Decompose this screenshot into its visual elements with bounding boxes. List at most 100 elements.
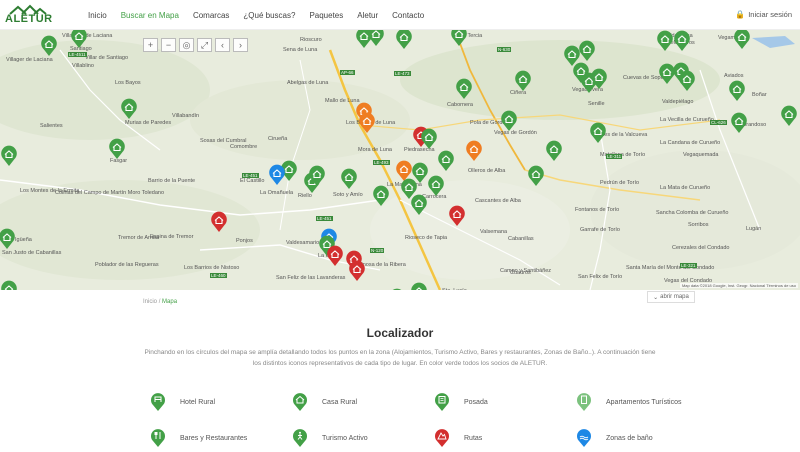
- map-place-label: Villablino: [72, 63, 94, 69]
- map-marker-icon[interactable]: [514, 70, 532, 92]
- map-marker-icon[interactable]: [0, 145, 18, 167]
- locate-button[interactable]: ◎: [179, 38, 194, 52]
- map-marker-icon[interactable]: [527, 165, 545, 187]
- fullscreen-button[interactable]: ⤢: [197, 38, 212, 52]
- login-link[interactable]: 🔒 Iniciar sesión: [735, 10, 792, 19]
- map-marker-icon[interactable]: [465, 140, 483, 162]
- map-place-label: San Justo de Cabanillas: [2, 250, 62, 256]
- zonas-bano-icon: [577, 429, 591, 447]
- map-marker-icon[interactable]: [656, 30, 674, 52]
- map-place-label: Cabornera: [447, 102, 473, 108]
- map-place-label: Fontanos de Torío: [575, 207, 620, 213]
- map-place-label: Sena de Luna: [283, 47, 318, 53]
- map-marker-icon[interactable]: [500, 110, 518, 132]
- map-place-label: Senille: [588, 101, 605, 107]
- map-marker-icon[interactable]: [268, 164, 286, 186]
- map-marker-icon[interactable]: [388, 288, 406, 290]
- map-place-label: Pedrún de Torío: [600, 180, 640, 186]
- map-marker-icon[interactable]: [545, 140, 563, 162]
- map-place-label: Los Bayos: [115, 80, 141, 86]
- open-map-label: abrir mapa: [660, 294, 689, 300]
- map-marker-icon[interactable]: [590, 68, 608, 90]
- pan-right-button[interactable]: ›: [233, 38, 248, 52]
- map-marker-icon[interactable]: [367, 30, 385, 47]
- pan-left-button[interactable]: ‹: [215, 38, 230, 52]
- logo-text[interactable]: ALETUR: [5, 13, 53, 25]
- map-view[interactable]: + − ◎ ⤢ ‹ › Villaseca de Laciana Villager…: [0, 30, 800, 290]
- map-marker-icon[interactable]: [410, 194, 428, 216]
- road-label: LE-493: [373, 160, 390, 165]
- nav-que-buscas[interactable]: ¿Qué buscas?: [243, 11, 295, 20]
- road-label: LE-321: [680, 263, 697, 268]
- map-place-label: Valdepiélago: [662, 99, 694, 105]
- map-marker-icon[interactable]: [358, 112, 376, 134]
- map-place-label: Boñar: [752, 92, 767, 98]
- nav-buscar-en-mapa[interactable]: Buscar en Mapa: [121, 11, 179, 20]
- map-place-label: Los Barrios de Nistoso: [184, 265, 240, 271]
- map-marker-icon[interactable]: [0, 228, 16, 250]
- nav-contacto[interactable]: Contacto: [392, 11, 424, 20]
- map-place-label: La Vecilla de Curueño: [660, 117, 714, 123]
- breadcrumb-separator: /: [158, 299, 161, 305]
- map-marker-icon[interactable]: [455, 78, 473, 100]
- map-place-label: Sancha Colomba de Curueño: [656, 210, 729, 216]
- legend-zonas-bano: Zonas de baño: [576, 428, 653, 448]
- map-attribution[interactable]: Map data ©2018 Google, Inst. Geogr. Naci…: [679, 283, 798, 288]
- legend-label: Zonas de baño: [606, 434, 653, 442]
- map-marker-icon[interactable]: [372, 185, 390, 207]
- map-place-label: Aviados: [724, 73, 744, 79]
- map-marker-icon[interactable]: [410, 282, 428, 290]
- map-place-label: Murias de Paredes: [125, 120, 172, 126]
- map-marker-icon[interactable]: [448, 205, 466, 227]
- map-marker-icon[interactable]: [348, 260, 366, 282]
- map-marker-icon[interactable]: [420, 128, 438, 150]
- map-marker-icon[interactable]: [578, 40, 596, 62]
- map-marker-icon[interactable]: [0, 280, 18, 290]
- map-marker-icon[interactable]: [40, 35, 58, 57]
- nav-inicio[interactable]: Inicio: [88, 11, 107, 20]
- legend-turismo-activo: Turismo Activo: [292, 428, 368, 448]
- login-label: Iniciar sesión: [748, 10, 792, 19]
- map-marker-icon[interactable]: [450, 30, 468, 47]
- road-label: CL-626: [710, 120, 727, 125]
- map-marker-icon[interactable]: [780, 105, 798, 127]
- map-marker-icon[interactable]: [678, 70, 696, 92]
- breadcrumb-home[interactable]: Inicio: [143, 299, 157, 305]
- turismo-activo-icon: [293, 429, 307, 447]
- map-marker-icon[interactable]: [589, 122, 607, 144]
- map-marker-icon[interactable]: [728, 80, 746, 102]
- map-marker-icon[interactable]: [70, 30, 88, 49]
- map-marker-icon[interactable]: [395, 30, 413, 50]
- nav-aletur[interactable]: Aletur: [357, 11, 378, 20]
- zoom-in-button[interactable]: +: [143, 38, 158, 52]
- map-marker-icon[interactable]: [427, 175, 445, 197]
- map-marker-icon[interactable]: [673, 30, 691, 52]
- map-place-label: Sorribos: [688, 222, 709, 228]
- road-label: LE-473: [394, 71, 411, 76]
- legend-label: Casa Rural: [322, 398, 358, 406]
- map-marker-icon[interactable]: [120, 98, 138, 120]
- map-place-label: Campo y Santibáñez: [500, 268, 552, 274]
- map-toolbar: + − ◎ ⤢ ‹ ›: [143, 38, 248, 52]
- map-place-label: Comombre: [230, 144, 258, 150]
- map-marker-icon[interactable]: [733, 30, 751, 50]
- map-marker-icon[interactable]: [108, 138, 126, 160]
- open-map-button[interactable]: ⌄ abrir mapa: [647, 291, 695, 303]
- map-place-label: Cirueña: [268, 136, 288, 142]
- map-place-label: Ponjos: [236, 238, 253, 244]
- breadcrumb: Inicio / Mapa: [143, 299, 177, 305]
- map-marker-icon[interactable]: [308, 165, 326, 187]
- nav-comarcas[interactable]: Comarcas: [193, 11, 229, 20]
- map-place-label: La Omañuela: [260, 190, 294, 196]
- bares-restaurantes-icon: [151, 429, 165, 447]
- nav-paquetes[interactable]: Paquetes: [309, 11, 343, 20]
- map-marker-icon[interactable]: [210, 211, 228, 233]
- zoom-out-button[interactable]: −: [161, 38, 176, 52]
- map-place-label: Lugán: [746, 226, 762, 232]
- map-marker-icon[interactable]: [340, 168, 358, 190]
- map-marker-icon[interactable]: [437, 150, 455, 172]
- map-marker-icon[interactable]: [326, 245, 344, 267]
- legend-rutas: Rutas: [434, 428, 482, 448]
- map-marker-icon[interactable]: [730, 112, 748, 134]
- road-label: LE-460: [210, 273, 227, 278]
